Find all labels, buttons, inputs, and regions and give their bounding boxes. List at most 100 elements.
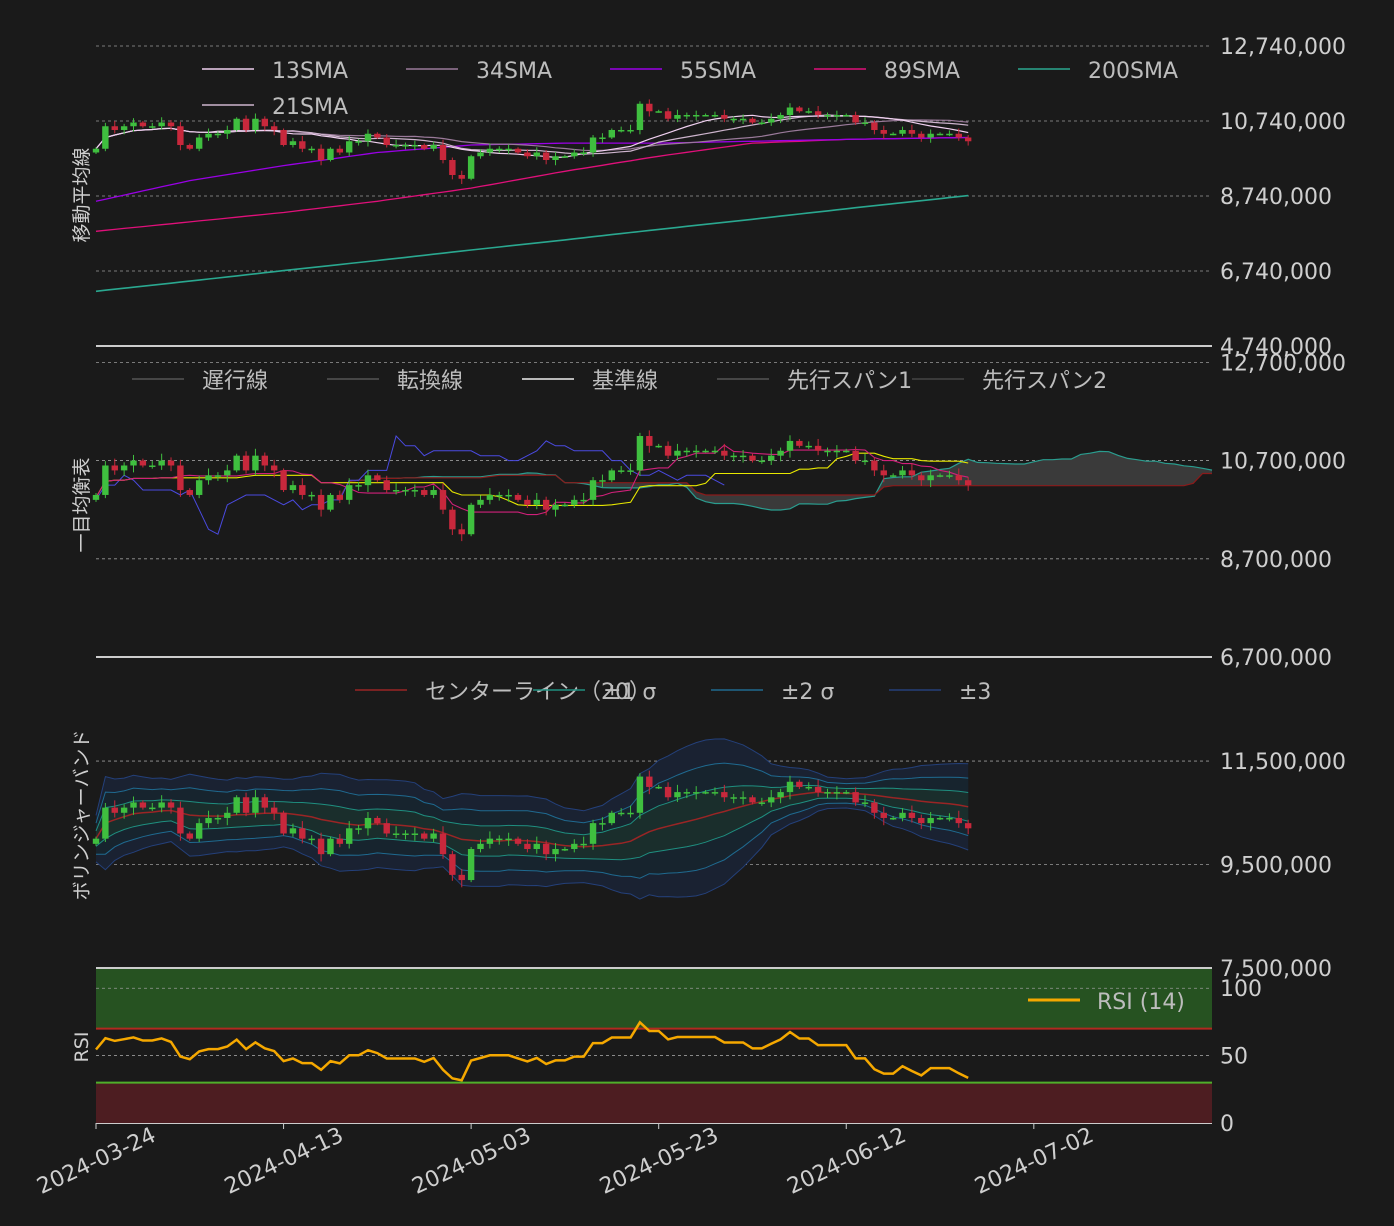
candle-up (224, 470, 231, 476)
y-tick-label: 12,700,000 (1220, 351, 1346, 376)
candle-up (355, 141, 362, 143)
candle-up (486, 148, 494, 153)
candle-down (111, 126, 118, 130)
candle-down (299, 828, 306, 839)
overbought-zone (96, 968, 1212, 1029)
y-tick-label: 12,740,000 (1220, 35, 1346, 60)
candle-down (852, 792, 859, 803)
legend-label: ±2 σ (781, 680, 834, 705)
candle-down (918, 475, 925, 481)
candle-up (711, 450, 719, 453)
candle-up (861, 122, 869, 124)
candle-up (496, 148, 503, 151)
candle-down (814, 445, 822, 451)
candle-up (92, 148, 100, 153)
candle-up (195, 137, 203, 149)
candle-up (214, 133, 222, 136)
candle-up (889, 817, 897, 820)
candle-up (730, 455, 737, 458)
candle-up (496, 838, 503, 841)
candle-up (730, 797, 737, 799)
candle-down (242, 118, 250, 130)
y-tick-label: 10,740,000 (1220, 110, 1346, 135)
candle-up (777, 792, 784, 798)
candle-up (402, 145, 409, 147)
legend-label: 基準線 (592, 369, 658, 394)
candle-down (542, 152, 550, 160)
candle-down (646, 436, 653, 446)
candle-up (149, 465, 156, 467)
candle-down (458, 529, 465, 535)
candle-up (589, 480, 597, 500)
candle-down (814, 786, 822, 793)
candle-down (524, 152, 531, 157)
candle-up (252, 455, 259, 471)
candle-down (646, 103, 653, 112)
candle-up (936, 133, 944, 136)
candle-up (158, 802, 165, 808)
candle-up (214, 817, 222, 820)
candle-up (571, 499, 578, 505)
candle-up (589, 137, 597, 153)
candle-down (280, 470, 287, 491)
candle-up (120, 807, 128, 813)
candle-up (786, 440, 794, 451)
candle-up (327, 494, 334, 510)
candle-down (299, 141, 306, 149)
candle-up (92, 494, 100, 500)
candle-up (946, 475, 953, 477)
legend-label: 13SMA (272, 59, 348, 84)
candle-down (796, 781, 803, 787)
candle-up (702, 115, 709, 117)
y-axis-label: ボリンジャーバンド (71, 730, 93, 901)
candle-down (280, 130, 287, 145)
candle-down (542, 843, 550, 855)
candle-up (477, 843, 484, 850)
candle-up (252, 797, 259, 813)
candle-down (139, 460, 147, 466)
candle-down (749, 455, 756, 461)
candle-up (589, 823, 597, 844)
candle-up (411, 145, 419, 147)
candle-down (270, 465, 278, 471)
background (0, 0, 1394, 1226)
candle-up (927, 475, 934, 481)
candle-down (261, 118, 269, 127)
candle-down (721, 115, 728, 119)
candle-up (392, 145, 400, 147)
candle-down (880, 470, 887, 476)
candle-up (130, 122, 137, 127)
candle-up (355, 828, 362, 830)
candle-up (327, 838, 334, 855)
candle-up (805, 786, 812, 789)
candle-down (111, 807, 118, 813)
candle-up (758, 122, 766, 124)
candle-up (486, 838, 494, 844)
candle-up (617, 470, 625, 472)
candle-up (364, 133, 372, 142)
candle-down (336, 494, 344, 500)
y-tick-label: 11,500,000 (1220, 750, 1346, 775)
candle-up (833, 115, 841, 117)
candle-up (824, 792, 831, 794)
candle-up (102, 126, 109, 149)
legend-label: 55SMA (680, 59, 756, 84)
candle-up (308, 838, 315, 841)
candle-down (186, 833, 193, 839)
candle-down (261, 797, 269, 808)
candle-up (561, 849, 569, 851)
candle-up (702, 450, 709, 453)
candle-up (683, 115, 691, 117)
legend-label: RSI (14) (1097, 990, 1185, 1015)
candle-up (505, 838, 512, 841)
candle-up (843, 792, 850, 794)
candle-up (308, 494, 315, 497)
candle-up (627, 812, 634, 815)
legend-label: 34SMA (476, 59, 552, 84)
candle-down (177, 807, 184, 834)
candle-up (289, 828, 297, 834)
candle-up (627, 470, 634, 472)
candle-up (636, 776, 644, 813)
candle-up (224, 130, 231, 134)
candle-up (411, 833, 419, 835)
